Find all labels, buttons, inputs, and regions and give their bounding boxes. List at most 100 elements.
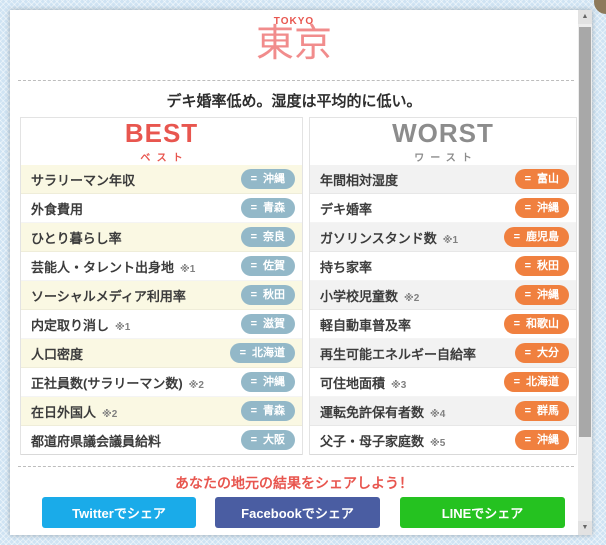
equals-icon: = [250,231,257,243]
share-buttons: Twitterでシェア Facebookでシェア LINEでシェア [10,497,592,528]
row-label: 小学校児童数 ※2 [320,288,420,304]
prefecture-badge[interactable]: = 沖縄 [240,169,295,189]
table-row: 軽自動車普及率 = 和歌山 [310,310,576,339]
row-label: ソーシャルメディア利用率 [31,288,186,304]
row-note: ※3 [391,379,407,391]
prefecture-badge[interactable]: = 秋田 [240,285,295,305]
equals-icon: = [250,376,257,388]
table-row: 人口密度 = 北海道 [21,339,302,368]
equals-icon: = [250,434,257,446]
table-row: 再生可能エネルギー自給率 = 大分 [310,339,576,368]
prefecture-badge[interactable]: = 沖縄 [240,372,295,392]
table-row: 芸能人・タレント出身地 ※1 = 佐賀 [21,252,302,281]
table-row: 小学校児童数 ※2 = 沖縄 [310,281,576,310]
prefecture-badge[interactable]: = 沖縄 [514,198,569,218]
prefecture-badge[interactable]: = 奈良 [240,227,295,247]
row-label: 内定取り消し ※1 [31,317,131,333]
best-header: BEST ベスト [21,118,302,165]
prefecture-name: 秋田 [537,260,559,272]
worst-column: WORST ワースト 年間相対湿度 = 富山 デキ婚率 = 沖縄 ガソリンスタンド数 ※1 = 鹿… [309,117,577,455]
row-label: 正社員数(サラリーマン数) ※2 [31,375,204,391]
prefecture-badge[interactable]: = 北海道 [229,343,295,363]
table-row: 持ち家率 = 秋田 [310,252,576,281]
close-button[interactable] [594,0,606,14]
table-row: 都道府県議会議員給料 = 大阪 [21,426,302,455]
prefecture-name: 北海道 [526,376,559,388]
equals-icon: = [250,260,257,272]
summary-text: デキ婚率低め。湿度は平均的に低い。 [166,93,422,110]
row-note: ※1 [442,234,459,246]
prefecture-name: 青森 [263,405,285,417]
prefecture-badge[interactable]: = 沖縄 [514,430,569,450]
result-card: TOKYO 東京 デキ婚率低め。湿度は平均的に低い。 BEST ベスト サラリー… [10,10,592,535]
prefecture-badge[interactable]: = 秋田 [514,256,569,276]
row-note: ※4 [430,408,446,420]
prefecture-badge[interactable]: = 滋賀 [240,314,295,334]
row-label: 外食費用 [31,201,84,217]
row-label: 在日外国人 ※2 [31,404,118,420]
table-row: 在日外国人 ※2 = 青森 [21,397,302,426]
prefecture-badge[interactable]: = 青森 [240,401,295,421]
prefecture-badge[interactable]: = 和歌山 [503,314,569,334]
prefecture-badge[interactable]: = 富山 [514,169,569,189]
row-label: 運転免許保有者数 ※4 [320,404,446,420]
prefecture-badge[interactable]: = 沖縄 [514,285,569,305]
table-row: デキ婚率 = 沖縄 [310,194,576,223]
row-label: 人口密度 [31,346,84,362]
table-row: 外食費用 = 青森 [21,194,302,223]
equals-icon: = [513,231,520,243]
scrollbar[interactable]: ▲ ▼ [578,10,592,535]
scroll-up-icon[interactable]: ▲ [578,10,592,24]
prefecture-badge[interactable]: = 大分 [514,343,569,363]
row-note: ※1 [115,321,131,333]
prefecture-badge[interactable]: = 鹿児島 [503,227,569,247]
equals-icon: = [524,347,531,359]
row-label: 軽自動車普及率 [320,317,412,333]
equals-icon: = [524,202,531,214]
prefecture-name: 沖縄 [263,173,285,185]
table-row: 正社員数(サラリーマン数) ※2 = 沖縄 [21,368,302,397]
row-label: 可住地面積 ※3 [320,375,407,391]
prefecture-name: 沖縄 [537,434,559,446]
row-label: 持ち家率 [320,259,373,275]
prefecture-badge[interactable]: = 佐賀 [240,256,295,276]
equals-icon: = [524,289,531,301]
prefecture-name: 秋田 [263,289,285,301]
table-row: ソーシャルメディア利用率 = 秋田 [21,281,302,310]
row-label: 再生可能エネルギー自給率 [320,346,477,362]
row-label: デキ婚率 [320,201,373,217]
scrollbar-thumb[interactable] [579,27,591,437]
prefecture-badge[interactable]: = 北海道 [503,372,569,392]
prefecture-name: 大阪 [263,434,285,446]
prefecture-badge[interactable]: = 群馬 [514,401,569,421]
facebook-share-button[interactable]: Facebookでシェア [215,497,380,528]
prefecture-name: 滋賀 [263,318,285,330]
prefecture-name: 和歌山 [526,318,559,330]
worst-title-kana: ワースト [414,152,478,164]
equals-icon: = [524,260,531,272]
prefecture-badge[interactable]: = 青森 [240,198,295,218]
row-note: ※1 [180,263,196,275]
row-label: ガソリンスタンド数 ※1 [320,230,459,246]
row-label: 都道府県議会議員給料 [31,433,162,449]
prefecture-name: 奈良 [263,231,285,243]
equals-icon: = [524,434,531,446]
row-label: 年間相対湿度 [320,172,399,188]
scroll-down-icon[interactable]: ▼ [578,521,592,535]
worst-header: WORST ワースト [310,118,576,165]
row-note: ※2 [188,379,204,391]
prefecture-badge[interactable]: = 大阪 [240,430,295,450]
line-share-button[interactable]: LINEでシェア [400,497,565,528]
equals-icon: = [524,173,531,185]
prefecture-name: 沖縄 [263,376,285,388]
table-row: ひとり暮らし率 = 奈良 [21,223,302,252]
worst-title: WORST [392,117,494,148]
equals-icon: = [250,202,257,214]
equals-icon: = [513,376,520,388]
twitter-share-button[interactable]: Twitterでシェア [42,497,196,528]
equals-icon: = [513,318,520,330]
worst-rows: 年間相対湿度 = 富山 デキ婚率 = 沖縄 ガソリンスタンド数 ※1 = 鹿児島 持ち家率 = 秋田 小学… [310,165,576,455]
row-label: 父子・母子家庭数 ※5 [320,433,446,449]
table-row: 内定取り消し ※1 = 滋賀 [21,310,302,339]
equals-icon: = [250,405,257,417]
